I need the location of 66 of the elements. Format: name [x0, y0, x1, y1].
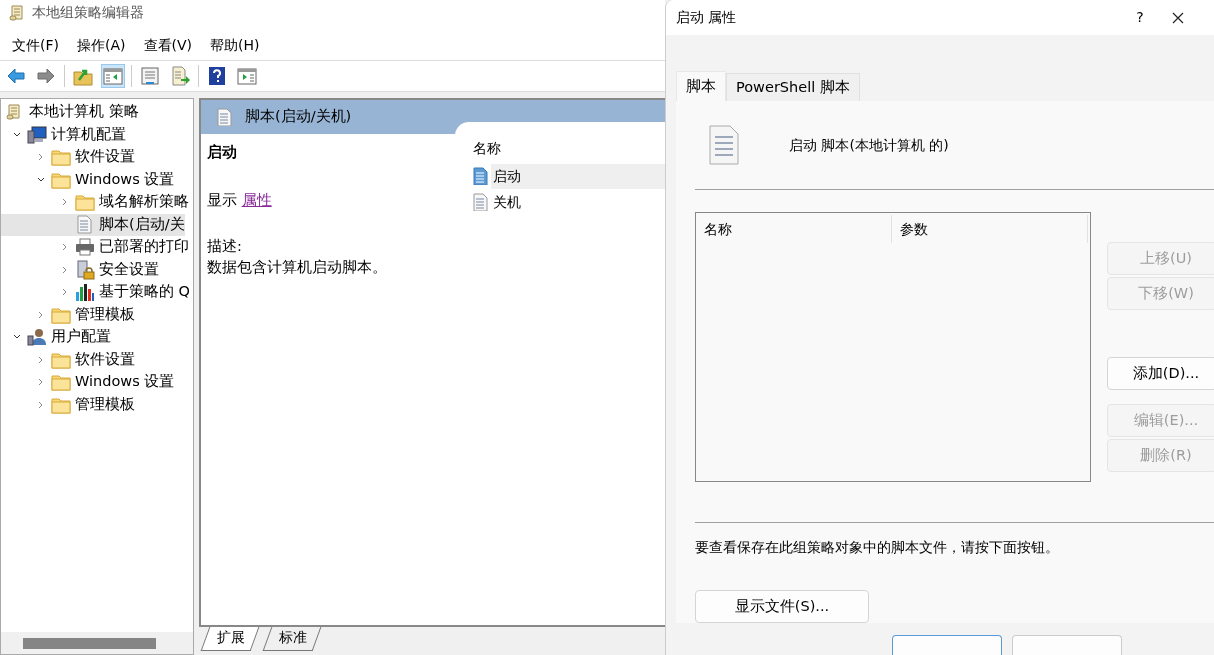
tree-item[interactable]: 软件设置: [75, 146, 135, 169]
instruction-text: 要查看保存在此组策略对象中的脚本文件，请按下面按钮。: [695, 538, 1060, 557]
tree-item[interactable]: 已部署的打印: [99, 236, 189, 259]
dialog-title: 启动 属性: [676, 8, 738, 28]
scripts-list[interactable]: 名称 参数: [695, 212, 1091, 482]
view-tab[interactable]: 扩展: [200, 627, 260, 651]
description-label: 描述:: [207, 236, 243, 256]
details-title: 脚本(启动/关机): [245, 107, 352, 127]
dialog-button[interactable]: [892, 635, 1002, 655]
tree-pane-icon: [103, 66, 123, 86]
folder-icon: [75, 192, 95, 213]
app-icon: [8, 3, 26, 21]
tree-item[interactable]: Windows 设置: [75, 371, 175, 394]
scrollbar-thumb[interactable]: [23, 637, 156, 649]
menu-item[interactable]: 帮助(H): [202, 35, 270, 58]
forward-arrow-icon: [36, 66, 56, 86]
show-files-button[interactable]: 显示文件(S)...: [695, 590, 869, 623]
description-text: 数据包含计算机启动脚本。: [207, 258, 388, 278]
tree-item[interactable]: 管理模板: [75, 303, 135, 326]
tree-item[interactable]: 用户配置: [51, 326, 111, 349]
list-item[interactable]: 关机: [491, 189, 665, 215]
close-icon[interactable]: [1171, 10, 1185, 25]
script-icon: [471, 193, 489, 211]
script-icon: [215, 108, 233, 126]
column-header[interactable]: 名称: [696, 215, 892, 243]
folder-icon: [51, 372, 71, 393]
folder-icon: [51, 147, 71, 168]
item-title: 启动: [207, 143, 238, 162]
column-header[interactable]: 参数: [892, 215, 1088, 243]
computer-icon: [27, 124, 47, 145]
bar-chart-icon: [75, 282, 95, 303]
list-view-icon: [140, 66, 160, 86]
menu-item[interactable]: 操作(A): [69, 35, 136, 58]
help-button[interactable]: ?: [1117, 7, 1163, 29]
dialog-tab[interactable]: 脚本: [676, 71, 726, 101]
script-icon: [75, 214, 95, 235]
action-pane-icon: [237, 66, 257, 86]
user-icon: [27, 327, 47, 348]
printer-icon: [75, 237, 95, 258]
dialog-tab[interactable]: PowerShell 脚本: [726, 73, 860, 101]
dialog-button[interactable]: 添加(D)...: [1107, 357, 1214, 390]
list-item[interactable]: 启动: [491, 163, 665, 189]
properties-link[interactable]: 属性: [241, 191, 272, 208]
tree-item[interactable]: 软件设置: [75, 348, 135, 371]
script-file-icon: [707, 125, 741, 165]
show-label: 显示: [207, 191, 237, 208]
tree-item[interactable]: 本地计算机 策略: [29, 101, 139, 124]
tree-pane-button[interactable]: [101, 64, 125, 88]
export-list-icon: [170, 66, 190, 86]
script-icon: [471, 167, 489, 185]
back-arrow-icon: [6, 66, 26, 86]
view-tab[interactable]: 标准: [262, 627, 322, 651]
tree-item[interactable]: Windows 设置: [75, 168, 175, 191]
menu-item[interactable]: 查看(V): [135, 35, 202, 58]
tree-item[interactable]: 管理模板: [75, 393, 135, 416]
tree-item[interactable]: 计算机配置: [51, 123, 126, 146]
list-view-button[interactable]: [138, 64, 162, 88]
column-header[interactable]: 名称: [463, 138, 665, 163]
window-title: 本地组策略编辑器: [32, 2, 144, 22]
tree-item[interactable]: 安全设置: [99, 258, 159, 281]
lock-icon: [75, 259, 95, 280]
menu-item[interactable]: 文件(F): [4, 35, 69, 58]
script-heading: 启动 脚本(本地计算机 的): [789, 135, 949, 155]
tree-item[interactable]: 域名解析策略: [99, 191, 189, 214]
help-icon: [207, 66, 227, 86]
tree-item[interactable]: 基于策略的 Q: [99, 281, 191, 304]
